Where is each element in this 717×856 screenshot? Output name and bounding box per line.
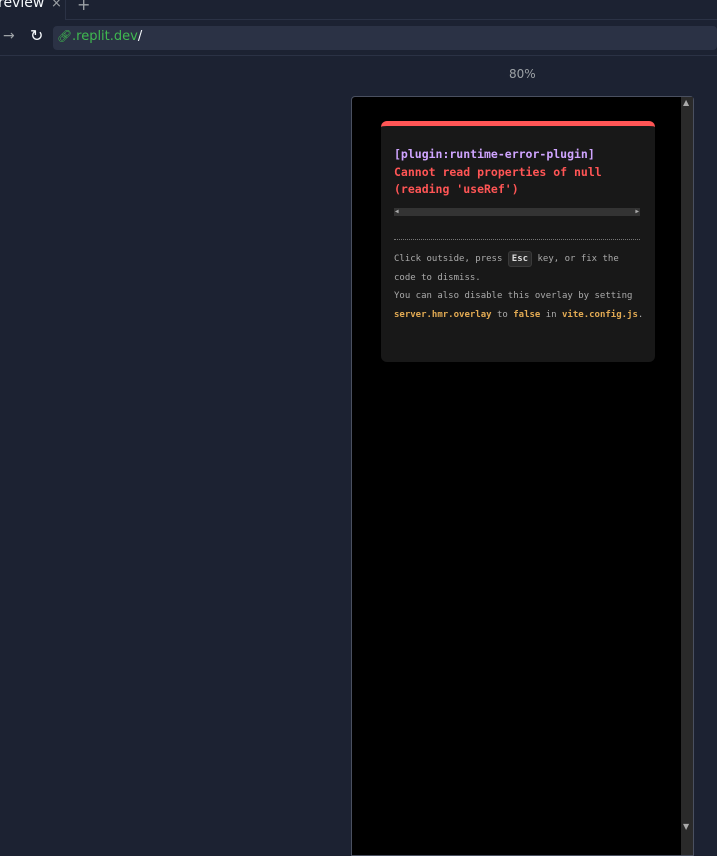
error-plugin: [plugin:runtime-error-plugin] <box>394 147 595 161</box>
overlay-tip: Click outside, press Esc key, or fix the… <box>394 250 644 324</box>
tip-text: Click outside, press <box>394 254 508 264</box>
reload-icon[interactable]: ↻ <box>30 26 43 45</box>
tip-text: . <box>637 309 644 320</box>
tip-text: You can also disable this overlay by set… <box>394 291 633 301</box>
tip-text: to <box>491 309 514 320</box>
divider <box>394 239 640 240</box>
scroll-up-icon[interactable]: ▲ <box>683 98 689 107</box>
link-icon: 🔗︎ <box>57 29 73 43</box>
url-path: / <box>137 29 143 44</box>
plus-icon[interactable]: + <box>77 0 90 14</box>
tab-label: review <box>0 0 45 11</box>
code-hmr-overlay: server.hmr.overlay <box>394 309 492 320</box>
error-message: Cannot read properties of null (reading … <box>394 165 602 196</box>
esc-key: Esc <box>507 251 533 267</box>
code-vite-config: vite.config.js <box>562 309 638 320</box>
scroll-left-icon[interactable]: ◀ <box>395 208 399 216</box>
horizontal-scrollbar[interactable]: ◀ ▶ <box>394 208 640 216</box>
scroll-right-icon[interactable]: ▶ <box>635 208 639 216</box>
preview-frame: ▲ ▼ [plugin:runtime-error-plugin] Cannot… <box>351 96 694 856</box>
vertical-scrollbar[interactable]: ▲ ▼ <box>681 97 693 855</box>
tab-preview[interactable]: review × <box>0 0 66 20</box>
scroll-down-icon[interactable]: ▼ <box>683 822 689 831</box>
code-false: false <box>513 309 541 320</box>
zoom-level: 80% <box>509 67 536 81</box>
nav-bar: → ↻ 🔗︎ .replit.dev/ <box>0 20 717 56</box>
url-host: .replit.dev <box>72 29 138 44</box>
url-bar[interactable]: 🔗︎ .replit.dev/ <box>53 26 717 50</box>
arrow-right-icon[interactable]: → <box>3 28 15 44</box>
close-icon[interactable]: × <box>51 0 62 11</box>
tab-bar: review × + <box>0 0 717 20</box>
error-overlay: [plugin:runtime-error-plugin] Cannot rea… <box>381 121 655 362</box>
url-text: .replit.dev/ <box>72 29 142 44</box>
tip-text: in <box>540 309 563 320</box>
